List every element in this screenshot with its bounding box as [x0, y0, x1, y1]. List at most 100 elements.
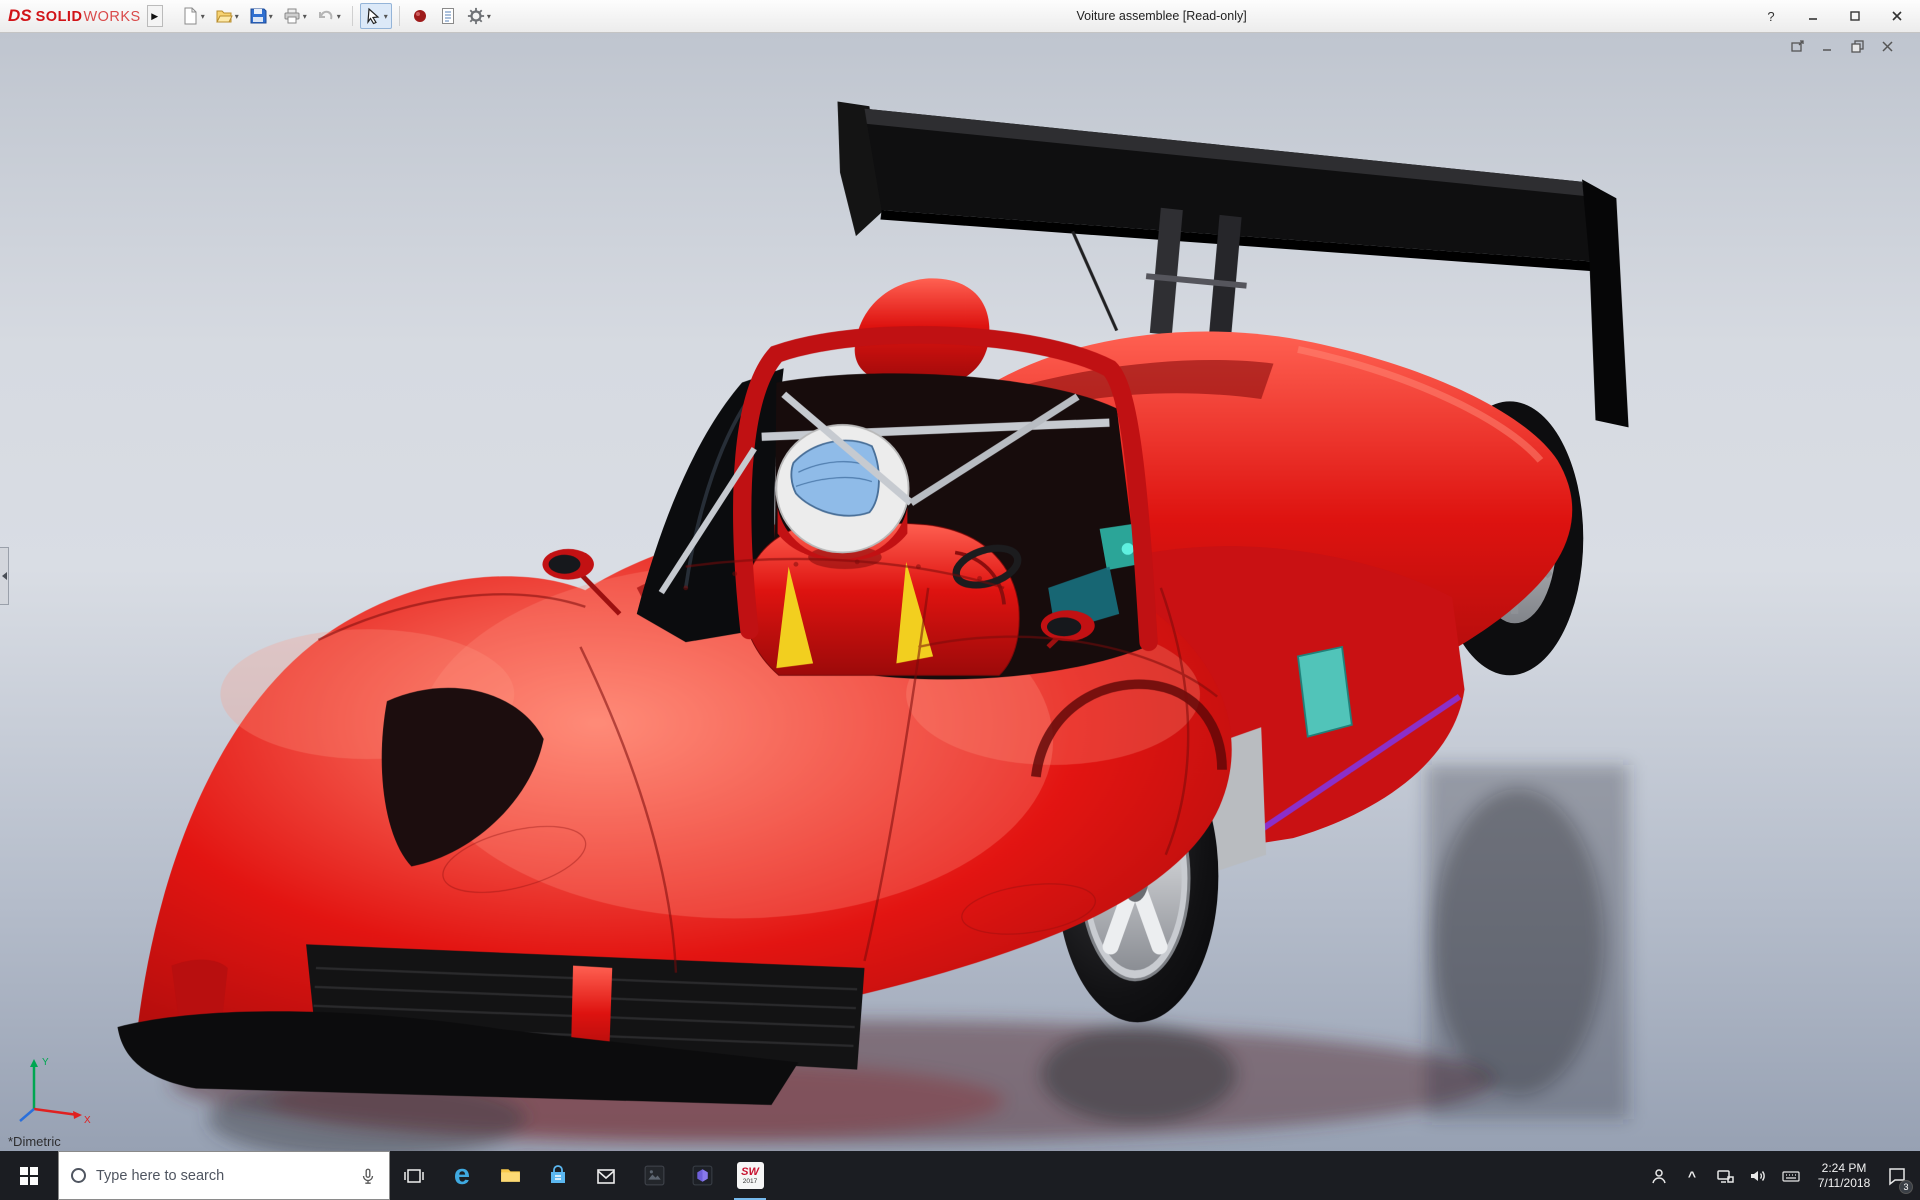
mixed-reality-viewer-button[interactable]	[678, 1151, 726, 1200]
doc-close-icon	[1882, 41, 1893, 52]
action-center-button[interactable]: 3	[1884, 1151, 1913, 1200]
dropdown-caret-icon[interactable]: ▾	[235, 12, 239, 21]
undo-icon	[318, 10, 333, 20]
task-view-icon	[404, 1168, 424, 1183]
toolbar-flyout-button[interactable]: ▶	[146, 5, 163, 27]
doc-close-button[interactable]	[1879, 38, 1896, 55]
print-button[interactable]: ▾	[279, 3, 311, 29]
edge-icon: e	[453, 1159, 471, 1191]
mail-icon	[597, 1168, 615, 1184]
minimize-icon	[1809, 18, 1817, 20]
select-cursor-icon	[367, 7, 380, 25]
doc-minimize-icon	[1823, 49, 1831, 51]
store-button[interactable]	[534, 1151, 582, 1200]
solidworks-window: DS SOLID WORKS ▶ ▾ ▾ ▾ ▾ ▾ ▾ ▾ Voiture a…	[0, 0, 1920, 1200]
titlebar: DS SOLID WORKS ▶ ▾ ▾ ▾ ▾ ▾ ▾ ▾ Voiture a…	[0, 0, 1920, 33]
dropdown-caret-icon[interactable]: ▾	[303, 12, 307, 21]
undo-button[interactable]: ▾	[313, 3, 345, 29]
antenna[interactable]	[1071, 230, 1119, 332]
file-properties-button[interactable]	[435, 3, 461, 29]
doc-restore-button[interactable]	[1849, 38, 1866, 55]
save-button[interactable]: ▾	[245, 3, 277, 29]
taskbar-search[interactable]	[58, 1151, 390, 1200]
3d-cube-icon	[692, 1165, 712, 1186]
network-button[interactable]	[1712, 1151, 1738, 1200]
clock-time: 2:24 PM	[1821, 1160, 1867, 1175]
dropdown-caret-icon[interactable]: ▾	[384, 12, 388, 21]
rebuild-button[interactable]	[407, 3, 433, 29]
doc-minimize-button[interactable]	[1819, 38, 1836, 55]
x-axis-arrow	[73, 1111, 82, 1119]
clock-date: 7/11/2018	[1817, 1175, 1871, 1190]
window-controls: ?	[1762, 7, 1912, 25]
system-tray: ^ 2:24 PM 7/11/2018 3	[1646, 1151, 1920, 1200]
window-title: Voiture assemblee [Read-only]	[1076, 9, 1247, 23]
microphone-icon[interactable]	[359, 1167, 377, 1185]
mail-button[interactable]	[582, 1151, 630, 1200]
rebuild-sphere-icon	[413, 10, 426, 22]
dropdown-caret-icon[interactable]: ▾	[201, 12, 205, 21]
edge-browser-button[interactable]: e	[438, 1151, 486, 1200]
volume-button[interactable]	[1745, 1151, 1771, 1200]
help-button[interactable]: ?	[1762, 7, 1780, 25]
float-window-icon	[1791, 40, 1804, 52]
dropdown-caret-icon[interactable]: ▾	[487, 12, 491, 21]
photos-icon	[644, 1165, 664, 1186]
reference-triad: Y X	[19, 1057, 91, 1125]
people-icon	[1652, 1168, 1666, 1183]
dropdown-caret-icon[interactable]: ▾	[269, 12, 273, 21]
close-button[interactable]	[1888, 7, 1906, 25]
chevron-up-icon: ^	[1687, 1167, 1697, 1184]
new-document-icon	[184, 7, 197, 25]
show-hidden-icons-button[interactable]: ^	[1679, 1151, 1705, 1200]
notification-badge: 3	[1899, 1180, 1913, 1194]
people-button[interactable]	[1646, 1151, 1672, 1200]
windows-taskbar: e	[0, 1151, 1920, 1200]
3d-model-race-car[interactable]	[0, 33, 1920, 1151]
new-document-button[interactable]: ▾	[177, 3, 209, 29]
solidworks-logo: DS SOLID WORKS	[8, 6, 141, 25]
photos-button[interactable]	[630, 1151, 678, 1200]
close-icon	[1892, 11, 1902, 21]
save-floppy-icon	[250, 8, 267, 24]
file-explorer-button[interactable]	[486, 1151, 534, 1200]
task-view-button[interactable]	[390, 1151, 438, 1200]
search-input[interactable]	[96, 1167, 349, 1184]
z-axis-arrow	[19, 1108, 35, 1122]
start-button[interactable]	[0, 1151, 58, 1200]
maximize-button[interactable]	[1846, 7, 1864, 25]
print-icon	[284, 8, 300, 24]
minimize-button[interactable]	[1804, 7, 1822, 25]
dropdown-caret-icon[interactable]: ▾	[337, 12, 341, 21]
x-axis-label: X	[84, 1115, 91, 1125]
solidworks-taskbar-button[interactable]: SW 2017	[726, 1151, 774, 1200]
maximize-icon	[1850, 11, 1860, 21]
windows-logo-icon	[20, 1166, 38, 1185]
options-gear-icon	[467, 7, 484, 25]
wing-right-endplate[interactable]	[1582, 179, 1629, 428]
side-window-panel[interactable]	[1296, 645, 1353, 738]
feature-tree-collapse-tab[interactable]	[0, 547, 9, 606]
solidworks-app-icon: SW 2017	[736, 1162, 764, 1189]
graphics-viewport[interactable]: Y X *Dimetric	[0, 33, 1920, 1151]
keyboard-icon	[1782, 1170, 1800, 1182]
toolbar-separator	[398, 6, 400, 26]
quick-toolbar: ▾ ▾ ▾ ▾ ▾ ▾ ▾	[177, 3, 495, 29]
float-window-button[interactable]	[1789, 38, 1806, 55]
file-properties-icon	[441, 8, 454, 24]
taskbar-clock[interactable]: 2:24 PM 7/11/2018	[1811, 1161, 1877, 1191]
y-axis-arrow	[30, 1059, 38, 1067]
document-window-controls	[1789, 38, 1896, 55]
touch-keyboard-button[interactable]	[1778, 1151, 1804, 1200]
file-explorer-icon	[500, 1169, 520, 1182]
options-button[interactable]: ▾	[463, 3, 495, 29]
open-document-button[interactable]: ▾	[211, 3, 243, 29]
network-icon	[1717, 1169, 1734, 1183]
view-orientation-label: *Dimetric	[8, 1134, 61, 1149]
select-tool-button[interactable]: ▾	[359, 3, 392, 29]
open-folder-icon	[215, 10, 233, 23]
toolbar-separator	[351, 6, 353, 26]
doc-restore-icon	[1851, 40, 1864, 53]
y-axis-label: Y	[42, 1057, 49, 1068]
ds-logo-glyph: DS	[8, 6, 32, 25]
